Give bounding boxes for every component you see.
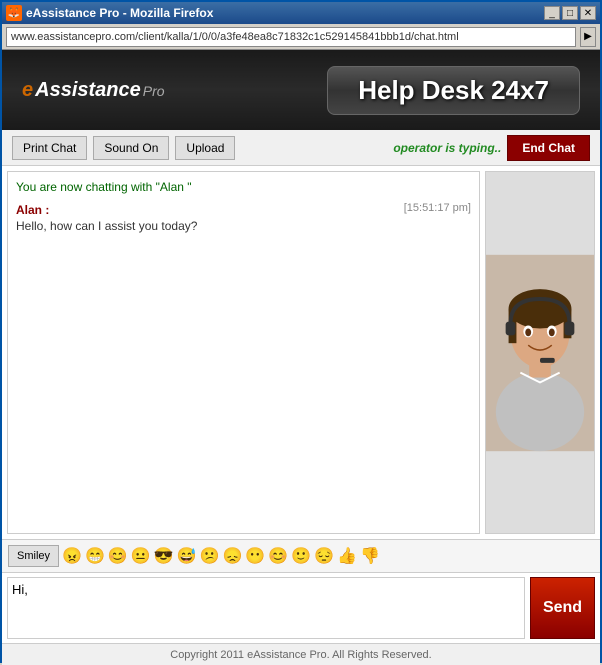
emoji-grin[interactable]: 😁 [85, 546, 105, 566]
message-input[interactable]: Hi, [7, 577, 525, 639]
operator-status: operator is typing.. [393, 141, 501, 155]
logo-assistance: Assistance [35, 79, 141, 102]
minimize-button[interactable]: _ [544, 6, 560, 20]
smiley-button[interactable]: Smiley [8, 545, 59, 567]
emoji-cool[interactable]: 😎 [154, 546, 174, 566]
emoji-smile[interactable]: 😊 [108, 546, 128, 566]
logo-pro: Pro [143, 83, 165, 99]
chat-messages[interactable]: You are now chatting with "Alan " [15:51… [7, 171, 480, 534]
emoji-expressionless[interactable]: 😶 [245, 546, 265, 566]
maximize-button[interactable]: □ [562, 6, 578, 20]
emoji-thumbsdown[interactable]: 👎 [360, 546, 380, 566]
upload-button[interactable]: Upload [175, 136, 235, 160]
table-row: [15:51:17 pm] Alan : Hello, how can I as… [16, 202, 471, 233]
logo: e Assistance Pro [22, 79, 165, 102]
emoji-confused[interactable]: 😕 [200, 546, 220, 566]
logo-e: e [22, 79, 33, 102]
emoji-smiley[interactable]: 🙂 [291, 546, 311, 566]
window-controls: _ □ ✕ [544, 6, 596, 20]
url-input[interactable] [6, 27, 576, 47]
page-footer: Copyright 2011 eAssistance Pro. All Righ… [2, 643, 600, 665]
emoji-sweat[interactable]: 😅 [177, 546, 197, 566]
browser-icon: 🦊 [6, 5, 22, 21]
address-bar: ▶ [2, 24, 600, 50]
emoji-neutral[interactable]: 😐 [131, 546, 151, 566]
helpdesk-title: Help Desk 24x7 [358, 75, 549, 105]
smiley-bar: Smiley 😠 😁 😊 😐 😎 😅 😕 😞 😶 😊 🙂 😔 👍 👎 [2, 539, 600, 573]
input-area: Hi, Send [2, 573, 600, 643]
chat-welcome-message: You are now chatting with "Alan " [16, 180, 471, 194]
agent-photo [485, 171, 595, 534]
window-title: eAssistance Pro - Mozilla Firefox [26, 6, 213, 20]
end-chat-button[interactable]: End Chat [507, 135, 590, 161]
page-header: e Assistance Pro Help Desk 24x7 [2, 50, 600, 130]
title-bar: 🦊 eAssistance Pro - Mozilla Firefox _ □ … [2, 2, 600, 24]
send-button[interactable]: Send [530, 577, 595, 639]
emoji-sad[interactable]: 😞 [222, 546, 242, 566]
footer-text: Copyright 2011 eAssistance Pro. All Righ… [170, 649, 431, 661]
chat-container: You are now chatting with "Alan " [15:51… [2, 166, 600, 539]
message-time: [15:51:17 pm] [404, 202, 471, 214]
emoji-pensive[interactable]: 😔 [314, 546, 334, 566]
go-button[interactable]: ▶ [580, 27, 596, 47]
print-chat-button[interactable]: Print Chat [12, 136, 87, 160]
main-content: e Assistance Pro Help Desk 24x7 Print Ch… [2, 50, 600, 665]
close-button[interactable]: ✕ [580, 6, 596, 20]
helpdesk-banner: Help Desk 24x7 [327, 66, 580, 115]
toolbar: Print Chat Sound On Upload operator is t… [2, 130, 600, 166]
message-header: [15:51:17 pm] Alan : [16, 202, 471, 217]
message-sender: Alan : [16, 203, 49, 217]
emoji-happy[interactable]: 😊 [268, 546, 288, 566]
message-text: Hello, how can I assist you today? [16, 219, 471, 233]
emoji-angry[interactable]: 😠 [62, 546, 82, 566]
emoji-thumbsup[interactable]: 👍 [337, 546, 357, 566]
title-bar-left: 🦊 eAssistance Pro - Mozilla Firefox [6, 5, 213, 21]
sound-on-button[interactable]: Sound On [93, 136, 169, 160]
